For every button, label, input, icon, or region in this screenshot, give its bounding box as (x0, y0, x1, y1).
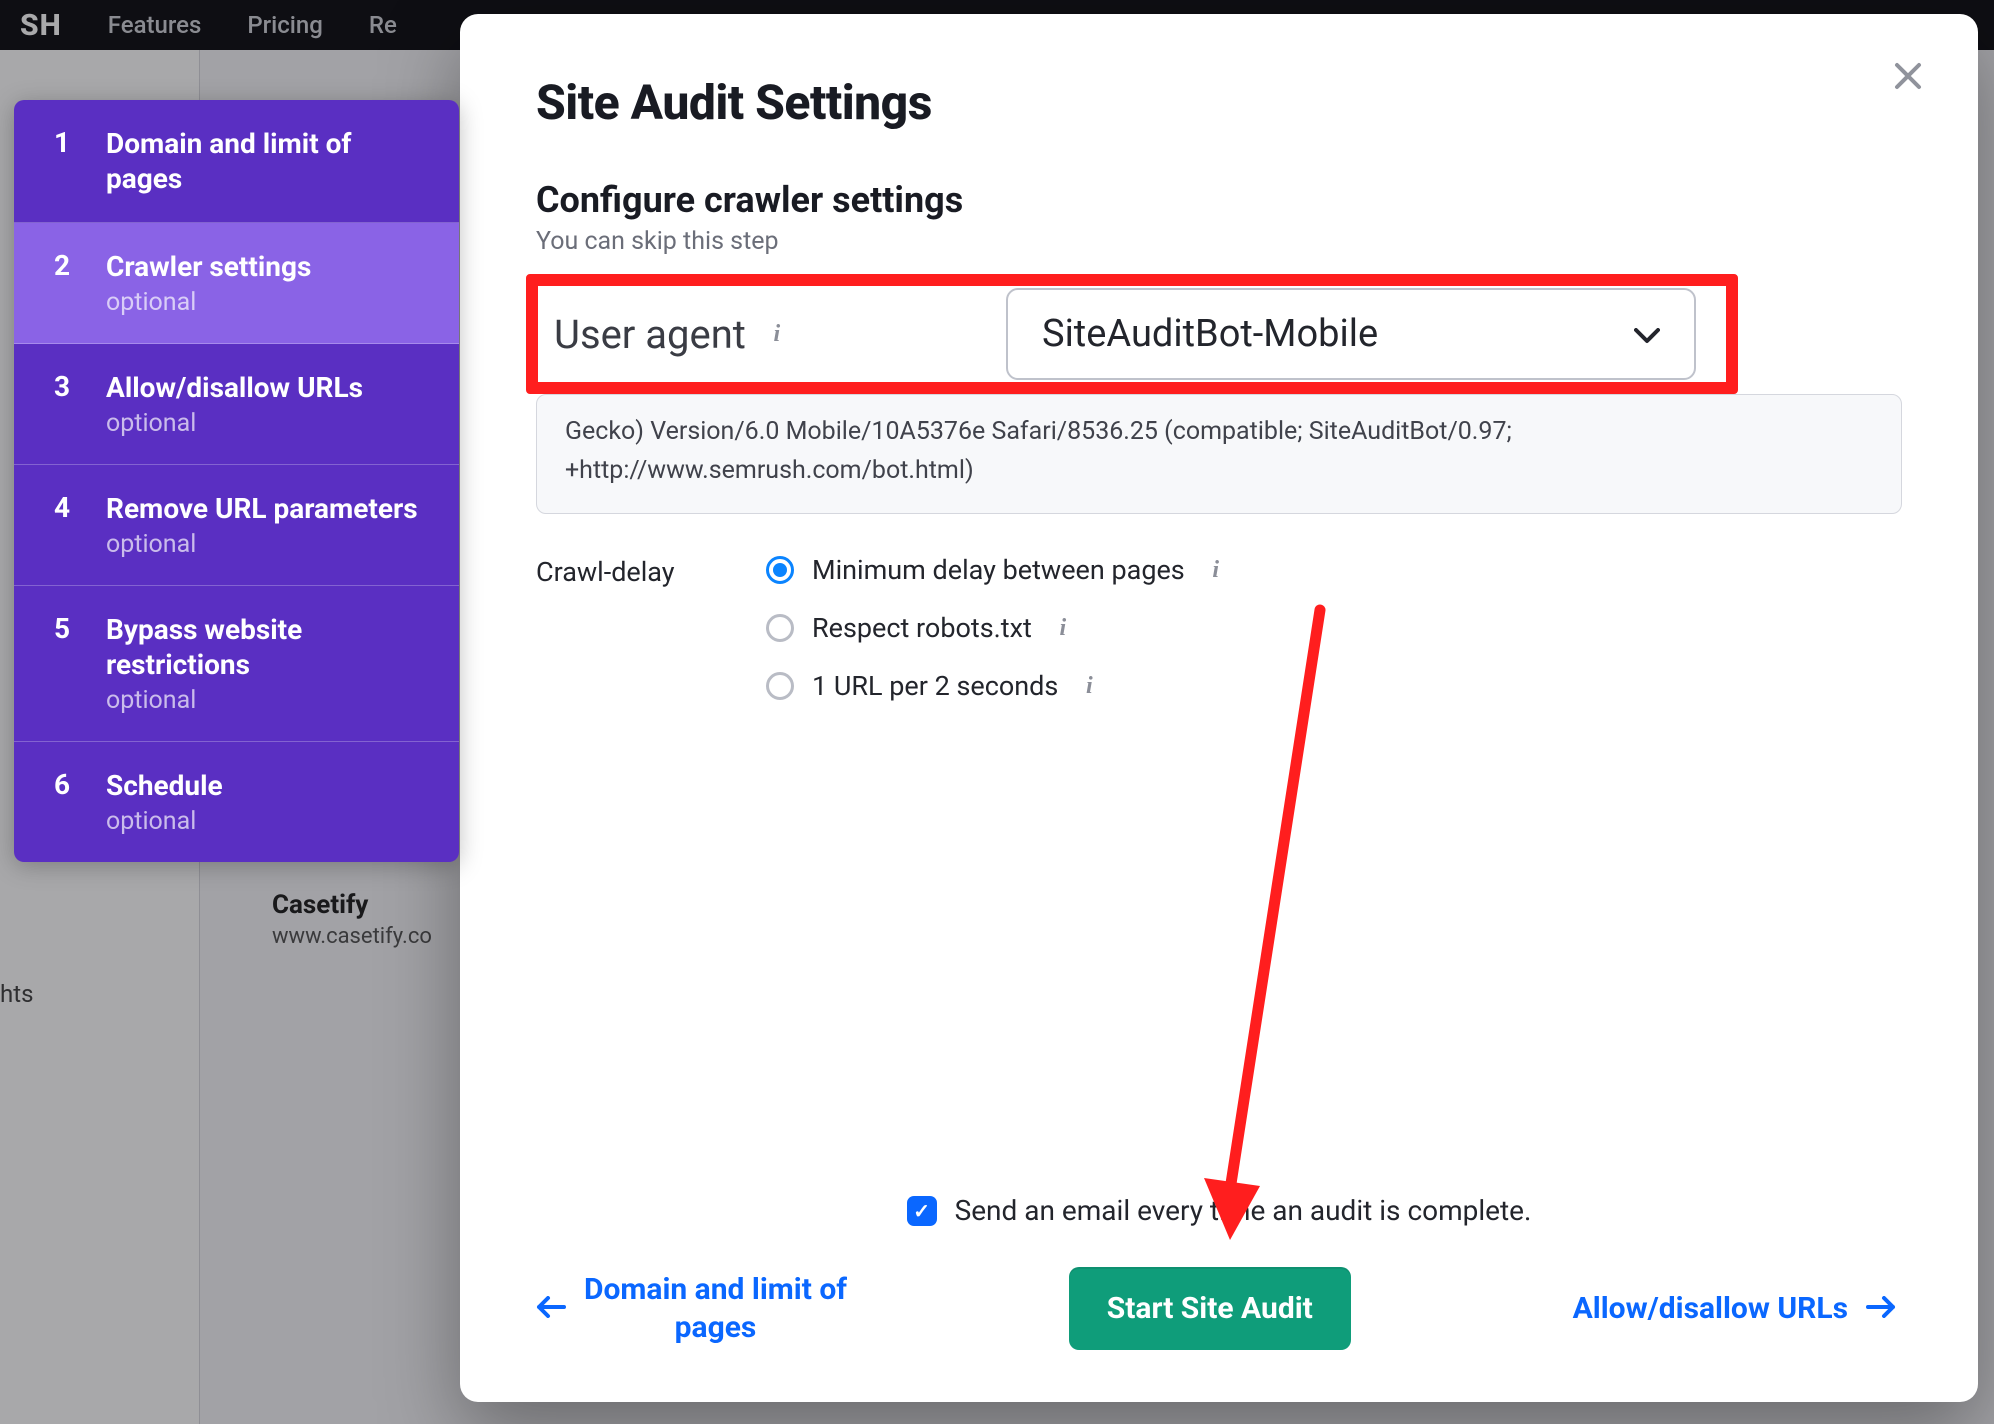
wizard-step-title: Allow/disallow URLs (106, 370, 363, 405)
wizard-step-crawler[interactable]: 2 Crawler settings optional (14, 223, 459, 344)
wizard-step-optional: optional (106, 686, 431, 715)
info-icon[interactable]: i (764, 321, 790, 347)
wizard-step-title: Crawler settings (106, 249, 311, 284)
wizard-step-bypass[interactable]: 5 Bypass website restrictions optional (14, 586, 459, 742)
wizard-step-number: 5 (54, 612, 80, 715)
info-icon[interactable]: i (1203, 557, 1229, 583)
wizard-step-optional: optional (106, 807, 223, 836)
crawl-delay-option-label: Respect robots.txt (812, 612, 1032, 644)
wizard-step-domain[interactable]: 1 Domain and limit of pages (14, 100, 459, 223)
site-audit-settings-modal: Site Audit Settings Configure crawler se… (460, 14, 1978, 1402)
email-notify-row[interactable]: ✓ Send an email every time an audit is c… (536, 1194, 1902, 1227)
user-agent-selected-value: SiteAuditBot-Mobile (1042, 312, 1378, 356)
prev-step-link[interactable]: Domain and limit ofpages (536, 1271, 847, 1346)
radio-icon (766, 556, 794, 584)
wizard-step-optional: optional (106, 409, 363, 438)
start-button-label: Start Site Audit (1107, 1291, 1313, 1326)
crawl-delay-option-1per2[interactable]: 1 URL per 2 seconds i (766, 670, 1229, 702)
user-agent-string-display: Gecko) Version/6.0 Mobile/10A5376e Safar… (536, 394, 1902, 514)
radio-icon (766, 672, 794, 700)
crawl-delay-option-min[interactable]: Minimum delay between pages i (766, 554, 1229, 586)
info-icon[interactable]: i (1076, 673, 1102, 699)
wizard-step-title: Bypass website restrictions (106, 612, 431, 682)
section-title: Configure crawler settings (536, 179, 1902, 221)
start-site-audit-button[interactable]: Start Site Audit (1069, 1267, 1351, 1350)
crawl-delay-option-label: Minimum delay between pages (812, 554, 1185, 586)
wizard-step-optional: optional (106, 288, 311, 317)
wizard-step-title: Domain and limit of pages (106, 126, 431, 196)
wizard-step-schedule[interactable]: 6 Schedule optional (14, 742, 459, 862)
wizard-step-number: 2 (54, 249, 80, 317)
email-notify-label: Send an email every time an audit is com… (955, 1194, 1532, 1227)
next-step-label: Allow/disallow URLs (1573, 1290, 1848, 1328)
crawl-delay-label: Crawl-delay (536, 554, 696, 588)
wizard-step-number: 4 (54, 491, 80, 559)
info-icon[interactable]: i (1050, 615, 1076, 641)
wizard-step-optional: optional (106, 530, 418, 559)
skip-hint: You can skip this step (536, 227, 1902, 256)
arrow-left-icon (536, 1291, 566, 1326)
crawl-delay-option-robots[interactable]: Respect robots.txt i (766, 612, 1229, 644)
wizard-step-title: Schedule (106, 768, 223, 803)
close-icon (1892, 60, 1924, 92)
chevron-down-icon (1634, 317, 1660, 352)
arrow-right-icon (1866, 1291, 1896, 1326)
wizard-step-remove-params[interactable]: 4 Remove URL parameters optional (14, 465, 459, 586)
crawl-delay-option-label: 1 URL per 2 seconds (812, 670, 1058, 702)
user-agent-label-text: User agent (554, 311, 746, 358)
next-step-link[interactable]: Allow/disallow URLs (1573, 1290, 1896, 1328)
wizard-step-number: 6 (54, 768, 80, 836)
crawl-delay-options: Minimum delay between pages i Respect ro… (766, 554, 1229, 702)
modal-title: Site Audit Settings (536, 74, 1902, 131)
wizard-step-title: Remove URL parameters (106, 491, 418, 526)
user-agent-select[interactable]: SiteAuditBot-Mobile (1006, 288, 1696, 380)
wizard-step-allow-urls[interactable]: 3 Allow/disallow URLs optional (14, 344, 459, 465)
wizard-step-number: 1 (54, 126, 80, 196)
wizard-step-number: 3 (54, 370, 80, 438)
checkbox-checked-icon: ✓ (907, 1196, 937, 1226)
wizard-steps-panel: 1 Domain and limit of pages 2 Crawler se… (14, 100, 459, 862)
radio-icon (766, 614, 794, 642)
close-button[interactable] (1886, 54, 1930, 98)
prev-step-label: Domain and limit ofpages (584, 1271, 847, 1346)
user-agent-label: User agent i (536, 311, 966, 358)
